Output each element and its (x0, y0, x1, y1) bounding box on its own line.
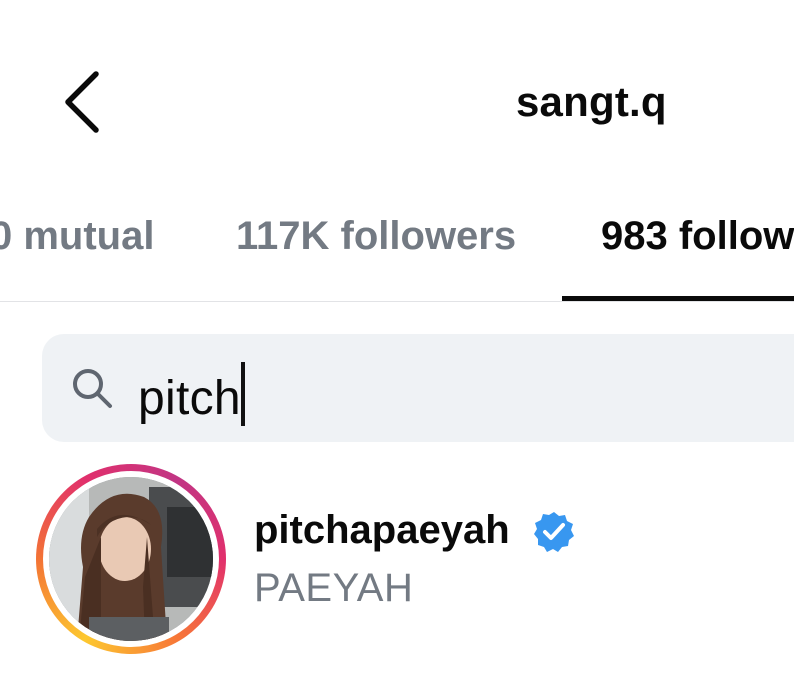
verified-badge-icon (534, 512, 574, 552)
search-input-value[interactable]: pitch (138, 362, 245, 426)
text-caret (240, 362, 245, 426)
chevron-left-icon (65, 71, 99, 133)
avatar-photo (49, 477, 213, 641)
tab-following[interactable]: 983 following (601, 214, 794, 259)
tab-followers[interactable]: 117K followers (236, 214, 516, 259)
search-icon (73, 369, 112, 408)
tab-mutual[interactable]: 0 mutual (0, 214, 154, 259)
back-button[interactable] (52, 64, 112, 140)
result-username[interactable]: pitchapaeyah (254, 508, 510, 553)
result-full-name: PAEYAH (254, 566, 414, 610)
search-query: pitch (138, 372, 241, 425)
avatar[interactable] (49, 477, 213, 641)
follow-tabs: 0 mutual 117K followers 983 following (0, 180, 794, 302)
top-header: sangt.q (0, 0, 794, 180)
active-tab-indicator (562, 296, 794, 301)
page-title-text: sangt.q (516, 78, 667, 125)
